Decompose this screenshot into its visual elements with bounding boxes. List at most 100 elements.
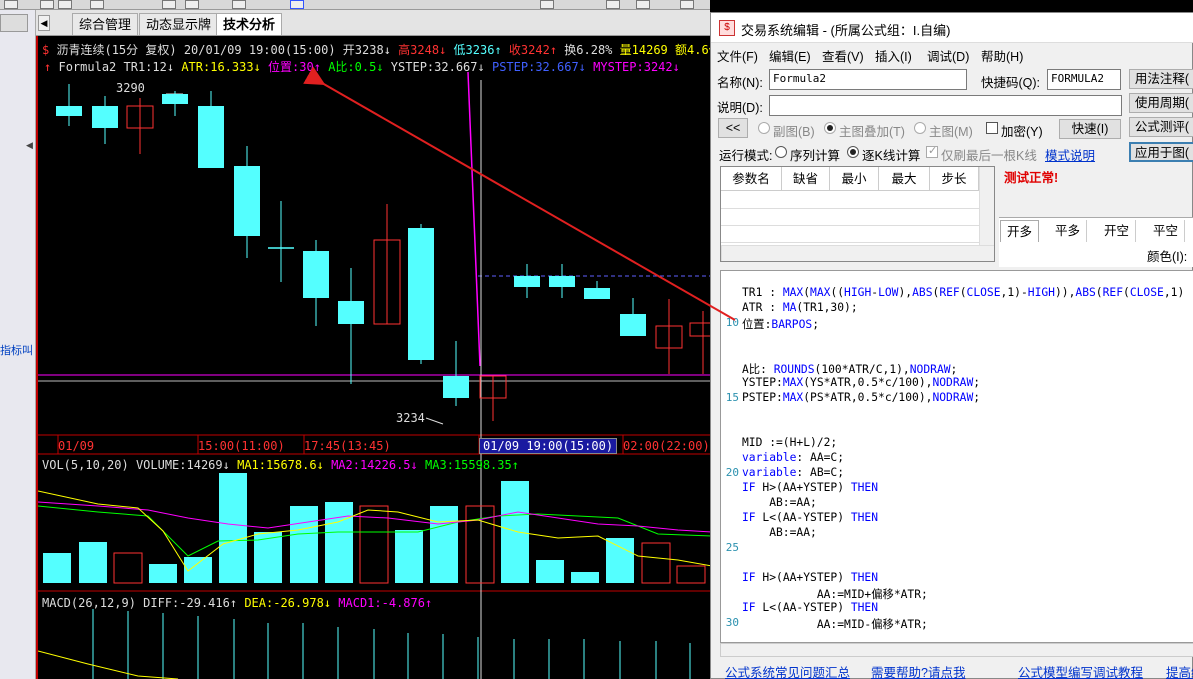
tab-close-short[interactable]: 平空 (1147, 220, 1186, 242)
main-overlay-label: 主图叠加(T) (839, 125, 905, 139)
table-row[interactable] (721, 226, 979, 243)
code-editor[interactable]: TR1 : MAX(MAX((HIGH-LOW),ABS(REF(CLOSE,1… (720, 270, 1193, 643)
use-period-button[interactable]: 使用周期( (1129, 93, 1193, 113)
toolbar-button[interactable] (58, 0, 72, 9)
macd-diff-value: DIFF:-29.416 (143, 596, 230, 610)
toolbar-button[interactable] (606, 0, 620, 9)
pstep-arrow-icon: ↓ (578, 60, 586, 74)
candle-body (56, 106, 82, 116)
collapse-button[interactable]: << (718, 118, 748, 138)
code-horizontal-scrollbar[interactable] (720, 643, 1193, 657)
main-chart-radio[interactable] (914, 122, 926, 134)
tab-close-long[interactable]: 平多 (1049, 220, 1088, 242)
toolbar-button[interactable] (540, 0, 554, 9)
sequence-calc-label: 序列计算 (790, 149, 841, 163)
indicator-label[interactable]: 指标叫 (0, 342, 33, 358)
chart-area[interactable]: $ 沥青连续(15分 复权) 20/01/09 19:00(15:00) 开32… (36, 36, 721, 679)
faq-link[interactable]: 公式系统常见问题汇总 (725, 662, 850, 679)
menu-help[interactable]: 帮助(H) (981, 46, 1023, 65)
main-overlay-radio[interactable] (824, 122, 836, 134)
tab-technical-analysis[interactable]: 技术分析 (216, 13, 283, 35)
volume-bar (571, 572, 599, 583)
mode-help-link[interactable]: 模式说明 (1045, 145, 1095, 164)
price-low-label: 3234 (396, 411, 425, 425)
code-line: variable: AA=C; (742, 451, 845, 464)
param-table-scrollbar[interactable] (979, 167, 994, 245)
price-low-pointer (425, 417, 444, 425)
panel-collapse-icon[interactable]: ◀ (26, 140, 33, 151)
high-arrow-icon: ↓ (439, 43, 447, 57)
open-arrow-icon: ↓ (383, 43, 391, 57)
signal-tabs: 开多 平多 开空 平空 颜色(I): (999, 217, 1193, 267)
sequence-calc-radio[interactable] (775, 146, 787, 158)
description-input[interactable] (769, 95, 1122, 116)
fast-button[interactable]: 快速(I) (1059, 119, 1121, 139)
toolbar-button[interactable] (162, 0, 176, 9)
toolbar-button[interactable] (4, 0, 18, 9)
app-window: ◀ 指标叫 ◀ 综合管理 动态显示牌 技术分析 $ 沥青连续(15分 复权) 2… (0, 0, 1193, 679)
volume-value: 量14269 (619, 43, 668, 57)
toolbar-button[interactable] (90, 0, 104, 9)
candle-body (443, 376, 469, 398)
ratio-value: A比:0.5 (328, 60, 377, 74)
toolbar-button[interactable] (185, 0, 199, 9)
macd-value: MACD1:-4.876 (338, 596, 425, 610)
tab-dynamic-board[interactable]: 动态显示牌 (139, 13, 219, 35)
vol-ma1-value: MA1:15678.6 (237, 458, 317, 472)
param-table-hscrollbar[interactable] (721, 245, 994, 261)
dialog-titlebar[interactable]: $ 交易系统编辑 - (所属公式组：I.自编) (711, 13, 1193, 43)
apply-to-chart-button[interactable]: 应用于图( (1129, 142, 1193, 162)
macd-indicator-name[interactable]: MACD(26,12,9) (42, 596, 136, 610)
refresh-last-checkbox[interactable] (926, 144, 938, 158)
vol-indicator-name[interactable]: VOL(5,10,20) (42, 458, 129, 472)
formula-test-button[interactable]: 公式测评( (1129, 117, 1193, 137)
menu-file[interactable]: 文件(F) (717, 46, 758, 65)
table-row[interactable] (721, 209, 979, 226)
code-line: IF L<(AA-YSTEP) THEN (742, 511, 879, 524)
macd-header: MACD(26,12,9) DIFF:-29.416↑ DEA:-26.978↓… (42, 596, 432, 610)
tab-scroll-left-icon[interactable]: ◀ (38, 15, 50, 31)
line-number: 15 (725, 391, 739, 404)
menu-view[interactable]: 查看(V) (822, 46, 864, 65)
position-arrow-icon: ↑ (313, 60, 321, 74)
bar-datetime: 20/01/09 19:00(15:00) (183, 43, 336, 57)
volume-bar (149, 564, 177, 583)
formula-name[interactable]: Formula2 (58, 60, 116, 74)
volume-bar (184, 557, 212, 583)
tab-open-long[interactable]: 开多 (1000, 220, 1040, 242)
candle-body (198, 106, 224, 168)
param-col-min: 最小 (830, 167, 879, 191)
vol-ma2-value: MA2:14226.5 (331, 458, 411, 472)
name-input[interactable]: Formula2 (769, 69, 967, 90)
trading-system-editor-dialog: $ 交易系统编辑 - (所属公式组：I.自编) 文件(F) 编辑(E) 查看(V… (710, 12, 1193, 679)
left-panel-tab[interactable] (0, 14, 28, 32)
menu-edit[interactable]: 编辑(E) (769, 46, 811, 65)
help-link[interactable]: 需要帮助?请点我 (871, 662, 965, 679)
tick-calc-radio[interactable] (847, 146, 859, 158)
shortcut-input[interactable]: FORMULA2 (1047, 69, 1121, 90)
menu-debug[interactable]: 调试(D) (927, 46, 969, 65)
toolbar-button[interactable] (636, 0, 650, 9)
table-row[interactable] (721, 192, 979, 209)
toolbar-button[interactable] (40, 0, 54, 9)
tutorial-link[interactable]: 公式模型编写调试教程 (1018, 662, 1143, 679)
color-label: 颜色(I): (1147, 250, 1188, 264)
code-line: IF H>(AA+YSTEP) THEN (742, 481, 879, 494)
volume-bar (43, 553, 71, 583)
encrypt-checkbox[interactable] (986, 122, 998, 134)
toolbar-button[interactable] (680, 0, 694, 9)
toolbar-button[interactable] (290, 0, 304, 9)
usage-notes-button[interactable]: 用法注释( (1129, 69, 1193, 89)
formula-arrow-icon: ↑ (44, 60, 52, 74)
tab-open-short[interactable]: 开空 (1098, 220, 1137, 242)
chart-canvas[interactable] (38, 36, 712, 679)
menu-insert[interactable]: 插入(I) (875, 46, 912, 65)
code-line: PSTEP:MAX(PS*ATR,0.5*c/100),NODRAW; (742, 391, 981, 404)
shortcut-label: 快捷码(Q): (981, 76, 1041, 90)
tab-management[interactable]: 综合管理 (72, 13, 139, 35)
subchart-radio[interactable] (758, 122, 770, 134)
candle-body (549, 276, 575, 287)
toolbar-button[interactable] (232, 0, 246, 9)
improve-link[interactable]: 提高统 (1166, 662, 1193, 679)
close-value: 收3242 (508, 43, 550, 57)
